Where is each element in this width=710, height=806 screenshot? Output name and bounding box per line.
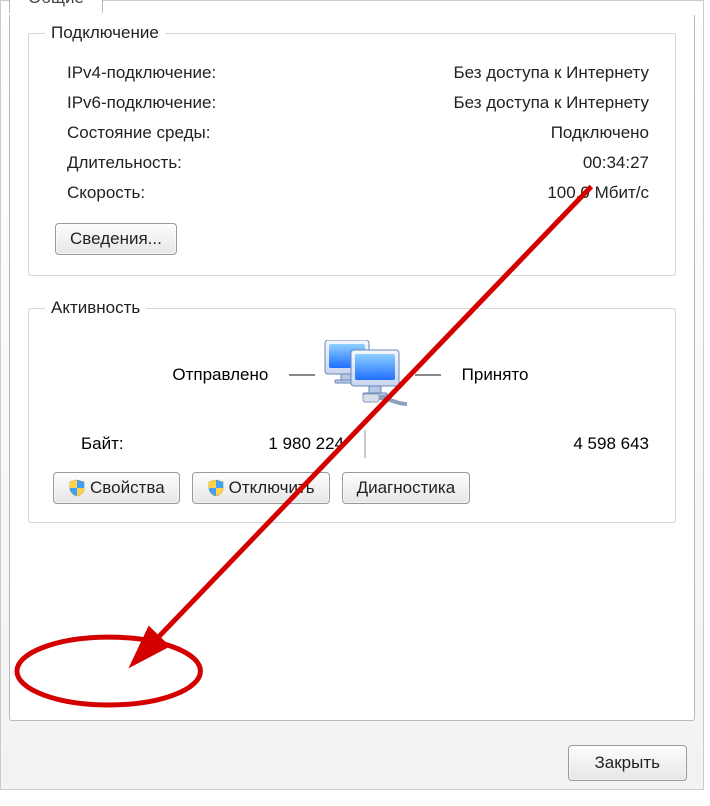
row-duration: Длительность: 00:34:27 xyxy=(67,153,649,173)
tab-panel-general: Подключение IPv4-подключение: Без доступ… xyxy=(9,15,695,721)
vertical-divider xyxy=(364,430,366,458)
diagnose-button-label: Диагностика xyxy=(357,478,456,498)
row-speed: Скорость: 100.0 Мбит/с xyxy=(67,183,649,203)
diagnose-button[interactable]: Диагностика xyxy=(342,472,471,504)
connection-group: Подключение IPv4-подключение: Без доступ… xyxy=(28,23,676,276)
network-computers-icon xyxy=(317,340,413,410)
value-speed: 100.0 Мбит/с xyxy=(547,183,649,203)
label-speed: Скорость: xyxy=(67,183,145,203)
label-ipv6: IPv6-подключение: xyxy=(67,93,216,113)
row-ipv6: IPv6-подключение: Без доступа к Интернет… xyxy=(67,93,649,113)
value-ipv6: Без доступа к Интернету xyxy=(453,93,649,113)
properties-button-label: Свойства xyxy=(90,478,165,498)
activity-icon-wrap xyxy=(268,340,461,410)
value-duration: 00:34:27 xyxy=(583,153,649,173)
close-button[interactable]: Закрыть xyxy=(568,745,687,781)
shield-icon xyxy=(68,479,86,497)
label-duration: Длительность: xyxy=(67,153,182,173)
activity-line-right xyxy=(415,374,441,376)
connection-legend: Подключение xyxy=(45,23,165,43)
bytes-sent-value: 1 980 224 xyxy=(268,434,364,454)
details-button-label: Сведения... xyxy=(70,229,162,249)
tab-general[interactable]: Общие xyxy=(9,0,103,13)
activity-bytes-divider-wrap: 1 980 224 xyxy=(268,430,461,458)
close-button-label: Закрыть xyxy=(595,753,660,773)
row-media: Состояние среды: Подключено xyxy=(67,123,649,143)
activity-legend: Активность xyxy=(45,298,146,318)
shield-icon xyxy=(207,479,225,497)
tab-strip: Общие xyxy=(1,1,703,15)
bytes-received-value: 4 598 643 xyxy=(462,434,649,454)
activity-sent-label: Отправлено xyxy=(81,365,268,385)
disable-button[interactable]: Отключить xyxy=(192,472,330,504)
bytes-label: Байт: xyxy=(81,434,268,454)
row-ipv4: IPv4-подключение: Без доступа к Интернет… xyxy=(67,63,649,83)
disable-button-label: Отключить xyxy=(229,478,315,498)
label-ipv4: IPv4-подключение: xyxy=(67,63,216,83)
activity-line-left xyxy=(289,374,315,376)
label-media: Состояние среды: xyxy=(67,123,210,143)
value-media: Подключено xyxy=(551,123,649,143)
activity-group: Активность Отправлено xyxy=(28,298,676,523)
value-ipv4: Без доступа к Интернету xyxy=(453,63,649,83)
details-button[interactable]: Сведения... xyxy=(55,223,177,255)
properties-button[interactable]: Свойства xyxy=(53,472,180,504)
dialog-window: Общие Подключение IPv4-подключение: Без … xyxy=(0,0,704,790)
activity-received-label: Принято xyxy=(462,365,649,385)
